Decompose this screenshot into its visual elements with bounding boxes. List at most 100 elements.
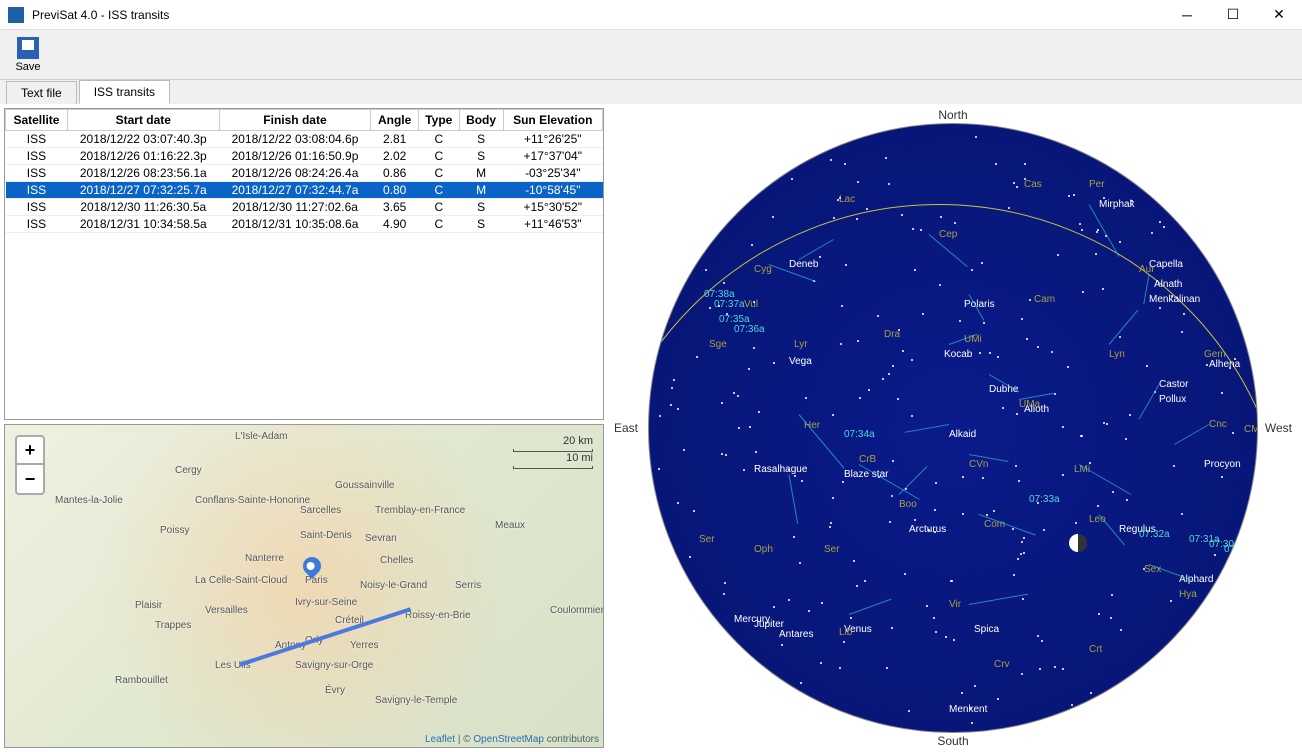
map-place-label: Chelles	[380, 555, 413, 566]
star-dot	[857, 181, 859, 183]
star-dot	[689, 556, 691, 558]
save-button[interactable]: Save	[8, 37, 48, 73]
sky-chart[interactable]: DenebVegaPolarisKocabDubheAliothAlkaidRa…	[648, 123, 1258, 733]
star-dot	[1081, 229, 1083, 231]
col-body[interactable]: Body	[459, 110, 503, 131]
tab-iss-transits[interactable]: ISS transits	[79, 80, 170, 104]
map-background	[5, 425, 603, 747]
constellation-label: Lac	[839, 194, 855, 205]
maximize-button[interactable]: ☐	[1210, 0, 1256, 30]
map-place-label: Roissy-en-Brie	[405, 610, 471, 621]
constellation-label: Dra	[884, 329, 900, 340]
scale-km: 20 km	[513, 435, 593, 447]
star-dot	[888, 183, 890, 185]
star-dot	[911, 359, 913, 361]
col-start-date[interactable]: Start date	[67, 110, 219, 131]
table-row[interactable]: ISS2018/12/31 10:34:58.5a2018/12/31 10:3…	[6, 216, 603, 233]
cardinal-east: East	[614, 421, 638, 435]
constellation-label: Crt	[1089, 644, 1102, 655]
col-satellite[interactable]: Satellite	[6, 110, 68, 131]
star-dot	[830, 159, 832, 161]
star-dot	[892, 365, 894, 367]
star-label: Menkent	[949, 704, 987, 715]
star-dot	[962, 513, 964, 515]
star-dot	[888, 373, 890, 375]
star-dot	[898, 329, 900, 331]
star-dot	[801, 480, 803, 482]
star-dot	[1021, 541, 1023, 543]
table-row[interactable]: ISS2018/12/22 03:07:40.3p2018/12/22 03:0…	[6, 131, 603, 148]
constellation-label: Cas	[1024, 179, 1042, 190]
map-attribution: Leaflet | © OpenStreetMap contributors	[425, 734, 599, 745]
star-dot	[1037, 502, 1039, 504]
map-place-label: Sarcelles	[300, 505, 341, 516]
star-dot	[671, 387, 673, 389]
cardinal-west: West	[1265, 421, 1292, 435]
map-place-label: Cergy	[175, 465, 202, 476]
table-row[interactable]: ISS2018/12/26 08:23:56.1a2018/12/26 08:2…	[6, 165, 603, 182]
map-place-label: Évry	[325, 685, 345, 696]
constellation-label: Crv	[994, 659, 1010, 670]
map-place-label: Poissy	[160, 525, 189, 536]
col-finish-date[interactable]: Finish date	[219, 110, 371, 131]
star-dot	[842, 481, 844, 483]
star-dot	[933, 617, 935, 619]
tab-text-file[interactable]: Text file	[6, 81, 77, 104]
star-dot	[1119, 241, 1121, 243]
transit-time-label: 07:33a	[1029, 494, 1060, 505]
star-dot	[844, 163, 846, 165]
constellation-label: Ser	[824, 544, 840, 555]
col-type[interactable]: Type	[418, 110, 459, 131]
star-label: Menkalinan	[1149, 294, 1200, 305]
table-row[interactable]: ISS2018/12/27 07:32:25.7a2018/12/27 07:3…	[6, 182, 603, 199]
cardinal-south: South	[937, 734, 968, 748]
map-place-label: Rambouillet	[115, 675, 168, 686]
star-dot	[819, 256, 821, 258]
left-column: Satellite Start date Finish date Angle T…	[4, 108, 604, 748]
constellation-label: CVn	[969, 459, 988, 470]
col-angle[interactable]: Angle	[371, 110, 419, 131]
map-place-label: Versailles	[205, 605, 248, 616]
zoom-out-button[interactable]: −	[17, 465, 43, 493]
transit-time-label: 07:34a	[844, 429, 875, 440]
star-dot	[800, 682, 802, 684]
star-dot	[864, 580, 866, 582]
osm-link[interactable]: OpenStreetMap	[473, 734, 544, 745]
tab-bar: Text file ISS transits	[0, 80, 1302, 104]
star-dot	[959, 320, 961, 322]
minimize-button[interactable]: ─	[1164, 0, 1210, 30]
star-dot	[724, 582, 726, 584]
close-button[interactable]: ✕	[1256, 0, 1302, 30]
leaflet-link[interactable]: Leaflet	[425, 734, 455, 745]
constellation-label: Lib	[839, 627, 852, 638]
star-label: Pollux	[1159, 394, 1186, 405]
table-row[interactable]: ISS2018/12/30 11:26:30.5a2018/12/30 11:2…	[6, 199, 603, 216]
star-dot	[1021, 318, 1023, 320]
constellation-label: Sge	[709, 339, 727, 350]
star-dot	[772, 216, 774, 218]
transit-time-label: 07:32a	[1139, 529, 1170, 540]
star-dot	[1163, 226, 1165, 228]
constellation-label: Cep	[939, 229, 957, 240]
star-dot	[886, 667, 888, 669]
zoom-control: + −	[15, 435, 45, 495]
star-label: Polaris	[964, 299, 995, 310]
star-dot	[1068, 195, 1070, 197]
star-label: Alkaid	[949, 429, 976, 440]
star-dot	[737, 395, 739, 397]
table-row[interactable]: ISS2018/12/26 01:16:22.3p2018/12/26 01:1…	[6, 148, 603, 165]
map-place-label: Saint-Denis	[300, 530, 352, 541]
cardinal-north: North	[938, 108, 967, 122]
zoom-in-button[interactable]: +	[17, 437, 43, 465]
star-dot	[995, 163, 997, 165]
constellation-label: Cyg	[754, 264, 772, 275]
col-sun-elevation[interactable]: Sun Elevation	[503, 110, 602, 131]
star-dot	[1016, 186, 1018, 188]
star-dot	[1041, 640, 1043, 642]
star-label: Alnath	[1154, 279, 1182, 290]
star-dot	[1171, 295, 1173, 297]
star-dot	[1008, 207, 1010, 209]
leaflet-map[interactable]: L'Isle-AdamCergyConflans-Sainte-Honorine…	[4, 424, 604, 748]
constellation-label: Vul	[744, 299, 758, 310]
transit-table[interactable]: Satellite Start date Finish date Angle T…	[5, 109, 603, 233]
